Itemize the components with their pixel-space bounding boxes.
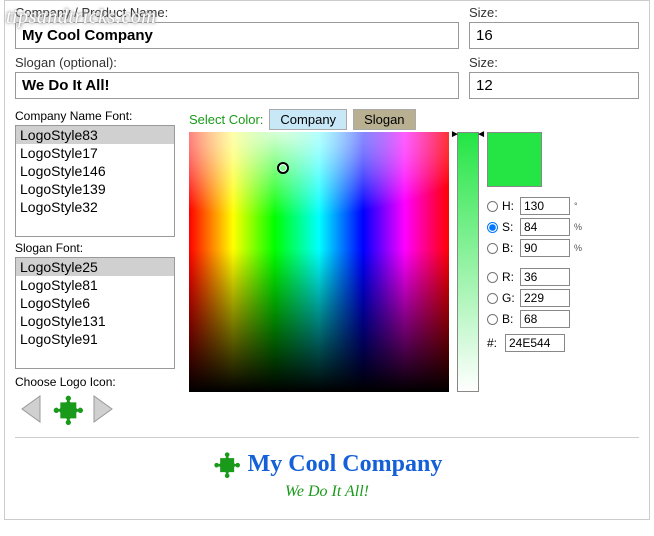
list-item[interactable]: LogoStyle146: [16, 162, 174, 180]
preview-company-text: My Cool Company: [248, 451, 443, 478]
r-input[interactable]: [520, 268, 570, 286]
hex-label: #:: [487, 336, 501, 350]
h-input[interactable]: [520, 197, 570, 215]
logo-preview: My Cool Company We Do It All!: [15, 437, 639, 519]
size2-input[interactable]: [469, 72, 639, 99]
mode-b-radio[interactable]: [487, 243, 498, 254]
mode-h-radio[interactable]: [487, 201, 498, 212]
next-icon-button[interactable]: [87, 391, 119, 427]
prev-icon-button[interactable]: [15, 391, 47, 427]
list-item[interactable]: LogoStyle32: [16, 198, 174, 216]
chevron-right-icon: [90, 394, 116, 424]
slogan-label: Slogan (optional):: [15, 55, 459, 70]
list-item[interactable]: LogoStyle91: [16, 330, 174, 348]
bb-label: B:: [502, 312, 516, 326]
size2-label: Size:: [469, 55, 639, 70]
g-label: G:: [502, 291, 516, 305]
company-font-label: Company Name Font:: [15, 109, 175, 123]
g-input[interactable]: [520, 289, 570, 307]
color-gradient-picker[interactable]: [189, 132, 449, 392]
slogan-input[interactable]: [15, 72, 459, 99]
s-label: S:: [502, 220, 516, 234]
mode-r-radio[interactable]: [487, 272, 498, 283]
puzzle-icon: [212, 450, 240, 478]
preview-slogan-text: We Do It All!: [15, 483, 639, 501]
list-item[interactable]: LogoStyle17: [16, 144, 174, 162]
slogan-font-listbox[interactable]: LogoStyle25 LogoStyle81 LogoStyle6 LogoS…: [15, 257, 175, 369]
list-item[interactable]: LogoStyle139: [16, 180, 174, 198]
tab-company[interactable]: Company: [269, 109, 347, 130]
b-input[interactable]: [520, 239, 570, 257]
size1-label: Size:: [469, 5, 639, 20]
select-color-label: Select Color:: [189, 112, 263, 127]
b-label: B:: [502, 241, 516, 255]
lightness-slider[interactable]: [457, 132, 479, 392]
color-swatch: [487, 132, 542, 187]
puzzle-icon: [51, 393, 83, 425]
size1-input[interactable]: [469, 22, 639, 49]
slogan-font-label: Slogan Font:: [15, 241, 175, 255]
list-item[interactable]: LogoStyle131: [16, 312, 174, 330]
chevron-left-icon: [18, 394, 44, 424]
s-input[interactable]: [520, 218, 570, 236]
r-label: R:: [502, 270, 516, 284]
list-item[interactable]: LogoStyle83: [16, 126, 174, 144]
mode-s-radio[interactable]: [487, 222, 498, 233]
hex-input[interactable]: [505, 334, 565, 352]
color-cursor[interactable]: [277, 162, 289, 174]
tab-slogan[interactable]: Slogan: [353, 109, 415, 130]
list-item[interactable]: LogoStyle6: [16, 294, 174, 312]
choose-icon-label: Choose Logo Icon:: [15, 375, 175, 389]
h-label: H:: [502, 199, 516, 213]
main-panel: Company / Product Name: Slogan (optional…: [4, 0, 650, 520]
list-item[interactable]: LogoStyle81: [16, 276, 174, 294]
mode-g-radio[interactable]: [487, 293, 498, 304]
list-item[interactable]: LogoStyle25: [16, 258, 174, 276]
watermark-text: tipsandtricks.com: [6, 6, 156, 29]
company-font-listbox[interactable]: LogoStyle83 LogoStyle17 LogoStyle146 Log…: [15, 125, 175, 237]
bb-input[interactable]: [520, 310, 570, 328]
mode-bb-radio[interactable]: [487, 314, 498, 325]
